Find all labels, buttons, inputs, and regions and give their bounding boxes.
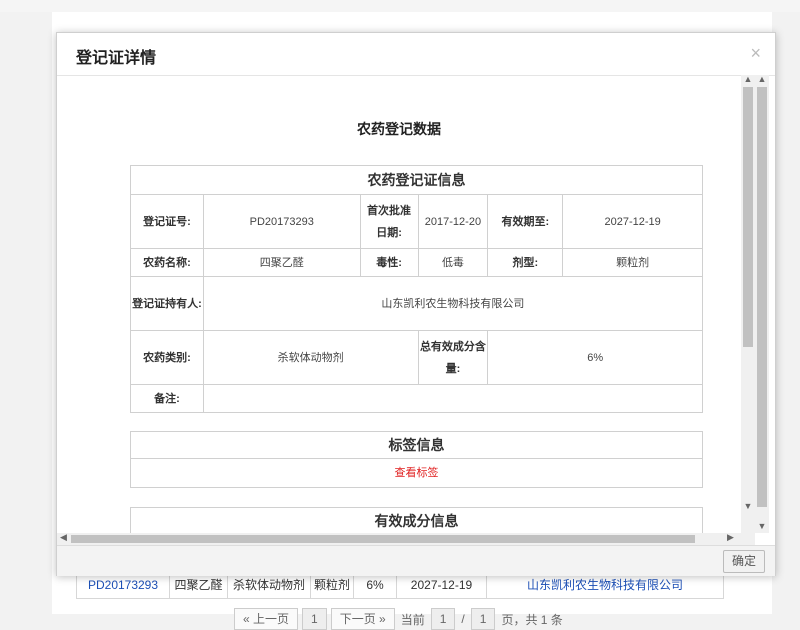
page-number-button[interactable]: 1 bbox=[302, 608, 327, 630]
pagination: « 上一页 1 下一页 » 当前 1 / 1 页，共 1 条 bbox=[234, 608, 565, 630]
dialog-body: 农药登记数据 农药登记证信息 登记证号: PD20173293 首次批准日期: … bbox=[57, 75, 775, 545]
ingredient-section: 有效成分信息 bbox=[130, 507, 703, 535]
horizontal-scrollbar[interactable]: ◀ ▶ bbox=[57, 532, 755, 545]
page-summary: 页，共 1 条 bbox=[501, 612, 563, 627]
remark-label: 备注: bbox=[130, 384, 204, 413]
scroll-up-icon[interactable]: ▲ bbox=[741, 75, 755, 84]
content-value: 6% bbox=[487, 330, 703, 385]
reg-no-value: PD20173293 bbox=[202, 194, 361, 249]
content-label: 总有效成分含量: bbox=[417, 330, 489, 385]
scroll-down-icon[interactable]: ▼ bbox=[755, 521, 769, 531]
name-label: 农药名称: bbox=[130, 248, 204, 277]
holder-value: 山东凯利农生物科技有限公司 bbox=[202, 276, 704, 331]
next-page-button[interactable]: 下一页 » bbox=[330, 608, 395, 630]
scroll-left-icon[interactable]: ◀ bbox=[60, 532, 67, 543]
inner-vertical-scrollbar[interactable]: ▲ ▼ bbox=[741, 75, 755, 533]
ingredient-section-heading: 有效成分信息 bbox=[131, 508, 702, 535]
outer-vertical-scrollbar[interactable]: ▲ ▼ bbox=[755, 75, 769, 533]
toxicity-label: 毒性: bbox=[359, 248, 419, 277]
dialog-footer: 确定 bbox=[57, 545, 775, 576]
category-value: 杀软体动物剂 bbox=[202, 330, 419, 385]
formulation-label: 剂型: bbox=[487, 248, 564, 277]
cert-section-heading: 农药登记证信息 bbox=[130, 165, 703, 195]
scroll-right-icon[interactable]: ▶ bbox=[727, 532, 734, 543]
name-value: 四聚乙醛 bbox=[202, 248, 361, 277]
holder-label: 登记证持有人: bbox=[130, 276, 204, 331]
total-pages: 1 bbox=[470, 608, 496, 630]
document-title: 农药登记数据 bbox=[357, 121, 441, 137]
view-label-link[interactable]: 查看标签 bbox=[131, 459, 702, 487]
scrollbar-thumb[interactable] bbox=[71, 535, 695, 543]
expiry-value: 2027-12-19 bbox=[562, 194, 703, 249]
page-top-bar bbox=[0, 0, 800, 12]
first-date-value: 2017-12-20 bbox=[417, 194, 489, 249]
page-slash: / bbox=[461, 612, 465, 626]
category-label: 农药类别: bbox=[130, 330, 204, 385]
detail-dialog: 登记证详情 × 农药登记数据 农药登记证信息 登记证号: PD20173293 … bbox=[56, 32, 776, 576]
scroll-up-icon[interactable]: ▲ bbox=[755, 75, 769, 84]
label-section: 标签信息 查看标签 bbox=[130, 431, 703, 488]
confirm-button[interactable]: 确定 bbox=[722, 550, 765, 573]
scrollbar-thumb[interactable] bbox=[743, 87, 753, 347]
reg-no-label: 登记证号: bbox=[130, 194, 204, 249]
label-section-heading: 标签信息 bbox=[131, 432, 702, 459]
first-date-label: 首次批准日期: bbox=[359, 194, 419, 249]
toxicity-value: 低毒 bbox=[417, 248, 489, 277]
remark-value bbox=[202, 384, 704, 413]
expiry-label: 有效期至: bbox=[487, 194, 564, 249]
current-label: 当前 bbox=[400, 612, 425, 627]
formulation-value: 颗粒剂 bbox=[562, 248, 703, 277]
dialog-title: 登记证详情 bbox=[76, 50, 157, 67]
dialog-header: 登记证详情 × bbox=[57, 33, 775, 76]
page-input[interactable]: 1 bbox=[430, 608, 456, 630]
scroll-down-icon[interactable]: ▼ bbox=[741, 501, 755, 511]
close-icon[interactable]: × bbox=[750, 43, 761, 64]
scrollbar-thumb[interactable] bbox=[757, 87, 767, 507]
prev-page-button[interactable]: « 上一页 bbox=[234, 608, 299, 630]
cert-info-table: 农药登记证信息 登记证号: PD20173293 首次批准日期: 2017-12… bbox=[130, 165, 704, 413]
